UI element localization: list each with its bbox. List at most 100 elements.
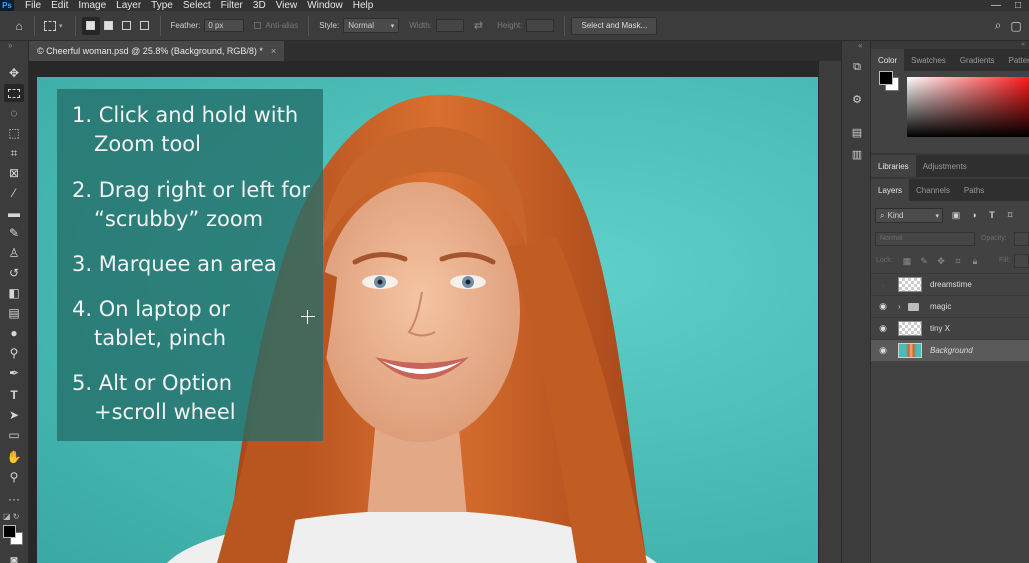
type-filter-icon[interactable]: T — [986, 209, 998, 221]
style-select[interactable]: Normal ▾ — [343, 18, 400, 33]
opacity-input[interactable] — [1014, 232, 1029, 246]
close-icon[interactable]: × — [271, 46, 276, 56]
clone-stamp-tool-icon[interactable]: ♙ — [4, 244, 24, 262]
eyedropper-tool-icon[interactable]: ⁄ — [4, 184, 24, 202]
rect-marquee-tool-icon[interactable] — [4, 84, 24, 102]
foreground-color-swatch[interactable] — [3, 525, 16, 538]
layer-row-tiny-x[interactable]: ◉ tiny X — [871, 317, 1029, 339]
document-tab-title: © Cheerful woman.psd @ 25.8% (Background… — [37, 46, 263, 56]
menu-layer[interactable]: Layer — [111, 0, 146, 11]
maximize-button[interactable]: □ — [1015, 0, 1021, 11]
default-colors-icon[interactable]: ◪ ↻ — [3, 512, 19, 521]
menu-window[interactable]: Window — [302, 0, 348, 11]
new-selection-icon[interactable] — [81, 16, 100, 35]
type-tool-icon[interactable]: T — [4, 386, 24, 404]
lasso-tool-icon[interactable]: ◌ — [4, 104, 24, 122]
color-spectrum-picker[interactable] — [907, 77, 1029, 137]
chevron-down-icon[interactable]: ▾ — [59, 22, 63, 30]
menu-file[interactable]: File — [20, 0, 46, 11]
adjustments-panel-icon[interactable]: ▤ — [848, 124, 866, 140]
step-2-line1: 2. Drag right or left for — [72, 178, 311, 202]
lock-artboard-icon[interactable]: ⌗ — [952, 255, 964, 267]
tab-color[interactable]: Color — [871, 49, 905, 71]
lock-pixels-icon[interactable]: ✎ — [918, 255, 930, 267]
lock-all-icon[interactable]: 🔒︎ — [969, 255, 981, 267]
history-brush-tool-icon[interactable]: ↺ — [4, 264, 24, 282]
visibility-toggle-icon[interactable]: ▫ — [877, 280, 889, 290]
swap-dimensions-icon[interactable]: ⇄ — [474, 19, 483, 32]
lock-position-icon[interactable]: ✥ — [935, 255, 947, 267]
collapse-panels-icon[interactable]: « — [871, 41, 1029, 49]
rect-marquee-preset-icon[interactable] — [41, 17, 59, 35]
object-select-tool-icon[interactable]: ⬚ — [4, 124, 24, 142]
menu-image[interactable]: Image — [73, 0, 111, 11]
rectangle-tool-icon[interactable]: ▭ — [4, 426, 24, 444]
shape-filter-icon[interactable]: ⌑ — [1004, 209, 1016, 221]
layer-row-magic[interactable]: ◉ › magic — [871, 295, 1029, 317]
width-input[interactable] — [435, 19, 464, 32]
dodge-tool-icon[interactable]: ⚲ — [4, 344, 24, 362]
tab-layers[interactable]: Layers — [871, 179, 910, 201]
zoom-tool-icon[interactable]: ⚲ — [4, 468, 24, 486]
tab-swatches[interactable]: Swatches — [904, 49, 953, 71]
height-input[interactable] — [526, 19, 555, 32]
collapse-toolbar-icon[interactable]: » — [8, 41, 12, 50]
layer-row-dreamstime[interactable]: ▫ dreamstime — [871, 273, 1029, 295]
menu-select[interactable]: Select — [178, 0, 216, 11]
menu-view[interactable]: View — [271, 0, 303, 11]
lock-transparent-icon[interactable]: ▦ — [901, 255, 913, 267]
pen-tool-icon[interactable]: ✒ — [4, 364, 24, 382]
eye-icon[interactable]: ◉ — [877, 301, 889, 312]
menu-filter[interactable]: Filter — [216, 0, 248, 11]
foreground-color-chip[interactable] — [879, 71, 893, 85]
eye-icon[interactable]: ◉ — [877, 323, 889, 334]
minimize-button[interactable]: — — [991, 0, 1001, 11]
notes-panel-icon[interactable]: ▥ — [848, 146, 866, 162]
adjustment-filter-icon[interactable]: ◑ — [968, 209, 980, 221]
home-icon[interactable]: ⌂ — [10, 17, 28, 35]
layer-row-background[interactable]: ◉ Background — [871, 339, 1029, 361]
pixel-filter-icon[interactable]: ▣ — [950, 209, 962, 221]
gradient-tool-icon[interactable]: ▤ — [4, 304, 24, 322]
tab-paths[interactable]: Paths — [957, 179, 991, 201]
quick-mask-icon[interactable]: ◙ — [4, 551, 24, 563]
more-tools-icon[interactable]: ··· — [4, 490, 24, 508]
chevron-right-icon[interactable]: › — [898, 302, 901, 311]
move-tool-icon[interactable]: ✥ — [4, 64, 24, 82]
menu-type[interactable]: Type — [146, 0, 178, 11]
eraser-tool-icon[interactable]: ◧ — [4, 284, 24, 302]
menu-help[interactable]: Help — [348, 0, 379, 11]
menu-3d[interactable]: 3D — [248, 0, 271, 11]
search-icon[interactable]: ⌕ — [989, 17, 1007, 35]
tab-gradients[interactable]: Gradients — [953, 49, 1002, 71]
add-selection-icon[interactable] — [100, 17, 118, 35]
collapse-dock-icon[interactable]: « — [858, 41, 862, 50]
fill-input[interactable] — [1014, 254, 1029, 268]
intersect-selection-icon[interactable] — [136, 17, 154, 35]
workspace-icon[interactable]: ▢ — [1007, 17, 1025, 35]
hand-tool-icon[interactable]: ✋ — [4, 448, 24, 466]
history-panel-icon[interactable]: ⧉ — [848, 59, 866, 75]
document-canvas[interactable]: 1. Click and hold with Zoom tool 2. Drag… — [37, 77, 818, 563]
path-select-tool-icon[interactable]: ➤ — [4, 406, 24, 424]
kind-filter-select[interactable]: ⌕ Kind ▾ — [875, 208, 943, 223]
subtract-selection-icon[interactable] — [118, 17, 136, 35]
blend-mode-select[interactable]: Normal — [875, 232, 975, 246]
antialias-checkbox[interactable] — [254, 22, 262, 29]
tab-libraries[interactable]: Libraries — [871, 155, 916, 177]
healing-brush-tool-icon[interactable]: ▬ — [4, 204, 24, 222]
eye-icon[interactable]: ◉ — [877, 345, 889, 356]
properties-panel-icon[interactable]: ⚙ — [848, 91, 866, 107]
brush-tool-icon[interactable]: ✎ — [4, 224, 24, 242]
tab-patterns[interactable]: Patter — [1002, 49, 1029, 71]
crop-tool-icon[interactable]: ⌗ — [4, 144, 24, 162]
vertical-scrollbar[interactable] — [819, 61, 841, 563]
feather-input[interactable]: 0 px — [204, 19, 245, 32]
blur-tool-icon[interactable]: ● — [4, 324, 24, 342]
frame-tool-icon[interactable]: ⊠ — [4, 164, 24, 182]
select-and-mask-button[interactable]: Select and Mask... — [571, 16, 658, 35]
tab-channels[interactable]: Channels — [909, 179, 957, 201]
document-tab[interactable]: © Cheerful woman.psd @ 25.8% (Background… — [29, 41, 284, 61]
tab-adjustments[interactable]: Adjustments — [916, 155, 974, 177]
menu-edit[interactable]: Edit — [46, 0, 73, 11]
